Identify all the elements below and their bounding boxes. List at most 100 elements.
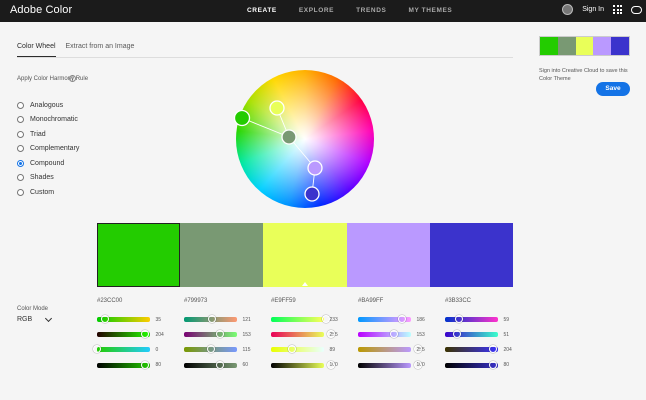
harmony-rule-custom[interactable]: Custom — [17, 185, 79, 200]
slider-thumb[interactable] — [208, 315, 217, 324]
slider-track[interactable] — [445, 330, 498, 339]
slider-thumb[interactable] — [93, 345, 101, 354]
slider-track[interactable] — [271, 345, 324, 354]
apps-grid-icon[interactable] — [613, 5, 622, 14]
harmony-rule-compound[interactable]: Compound — [17, 156, 79, 171]
slider-track[interactable] — [184, 315, 237, 324]
slider-value[interactable]: 35 — [156, 317, 167, 323]
slider-track[interactable] — [358, 345, 422, 354]
info-icon[interactable]: i — [69, 75, 76, 82]
slider-thumb[interactable] — [454, 315, 463, 324]
slider-value[interactable]: 59 — [504, 317, 515, 323]
slider-thumb[interactable] — [390, 330, 398, 339]
slider-row: 89 — [271, 342, 340, 357]
harmony-rule-analogous[interactable]: Analogous — [17, 98, 79, 113]
slider-thumb[interactable] — [101, 315, 110, 324]
hex-value[interactable]: #799973 — [184, 298, 253, 312]
color-wheel[interactable] — [236, 70, 374, 208]
color-mode-select[interactable]: RGB — [17, 314, 53, 323]
slider-thumb[interactable] — [489, 345, 497, 354]
slider-thumb[interactable] — [321, 315, 330, 324]
slider-value[interactable]: 80 — [504, 362, 515, 368]
slider-row: 80 — [97, 358, 166, 373]
nav-my-themes[interactable]: MY THEMES — [408, 7, 452, 14]
slider-value[interactable]: 115 — [243, 347, 254, 353]
theme-preview-swatch — [593, 37, 612, 55]
swatch-1[interactable] — [97, 223, 181, 287]
slider-row: 100 — [271, 358, 340, 373]
app-title[interactable]: Adobe Color — [10, 4, 72, 16]
radio-button[interactable] — [17, 188, 24, 196]
chevron-down-icon — [45, 314, 53, 322]
hex-value[interactable]: #BA99FF — [358, 298, 427, 312]
slider-value[interactable]: 80 — [156, 362, 167, 368]
slider-thumb[interactable] — [207, 345, 215, 354]
slider-track[interactable] — [358, 360, 422, 369]
slider-thumb[interactable] — [453, 330, 461, 339]
slider-track[interactable] — [184, 330, 237, 339]
slider-thumb[interactable] — [216, 360, 224, 369]
slider-value[interactable]: 60 — [243, 362, 254, 368]
tab-color-wheel[interactable]: Color Wheel — [17, 43, 56, 58]
slider-track[interactable] — [445, 360, 498, 369]
radio-button[interactable] — [17, 101, 24, 109]
slider-value[interactable]: 121 — [243, 317, 254, 323]
theme-circle-icon[interactable] — [562, 4, 574, 15]
slider-thumb[interactable] — [489, 360, 497, 369]
slider-track[interactable] — [445, 315, 498, 324]
slider-track[interactable] — [184, 360, 237, 369]
slider-thumb[interactable] — [141, 360, 149, 369]
radio-button[interactable] — [17, 174, 24, 182]
nav-explore[interactable]: EXPLORE — [299, 7, 334, 14]
slider-track[interactable] — [93, 345, 150, 354]
slider-value[interactable]: 204 — [156, 332, 167, 338]
radio-button[interactable] — [17, 159, 24, 167]
slider-value[interactable]: 233 — [330, 317, 341, 323]
hex-value[interactable]: #E9FF59 — [271, 298, 340, 312]
slider-track[interactable] — [97, 360, 150, 369]
hex-value[interactable]: #3B33CC — [445, 298, 514, 312]
swatch-3[interactable] — [263, 223, 347, 287]
slider-track[interactable] — [271, 315, 330, 324]
slider-track[interactable] — [271, 330, 335, 339]
save-button[interactable]: Save — [596, 82, 630, 96]
slider-value[interactable]: 204 — [504, 347, 515, 353]
tab-extract-image[interactable]: Extract from an Image — [66, 43, 135, 58]
slider-thumb[interactable] — [216, 330, 224, 339]
nav-trends[interactable]: TRENDS — [356, 7, 386, 14]
swatch-4[interactable] — [346, 223, 430, 287]
slider-track[interactable] — [271, 360, 335, 369]
harmony-rule-label: Custom — [30, 188, 55, 196]
slider-thumb[interactable] — [327, 360, 335, 369]
harmony-rule-monochromatic[interactable]: Monochromatic — [17, 113, 79, 128]
slider-track[interactable] — [97, 315, 150, 324]
slider-track[interactable] — [97, 330, 150, 339]
slider-track[interactable] — [445, 345, 498, 354]
radio-button[interactable] — [17, 145, 24, 153]
slider-value[interactable]: 51 — [504, 332, 515, 338]
slider-thumb[interactable] — [141, 330, 149, 339]
swatch-2[interactable] — [180, 223, 264, 287]
swatch-5[interactable] — [429, 223, 514, 287]
sign-in-link[interactable]: Sign In — [582, 6, 604, 13]
slider-value[interactable]: 186 — [417, 317, 428, 323]
slider-value[interactable]: 0 — [156, 347, 167, 353]
harmony-rule-complementary[interactable]: Complementary — [17, 142, 79, 157]
slider-track[interactable] — [358, 315, 411, 324]
slider-thumb[interactable] — [288, 345, 296, 354]
radio-button[interactable] — [17, 130, 24, 138]
color-column-2: #799973 121 153 115 60 — [184, 298, 253, 373]
slider-track[interactable] — [358, 330, 411, 339]
harmony-rule-triad[interactable]: Triad — [17, 127, 79, 142]
nav-create[interactable]: CREATE — [247, 7, 277, 14]
slider-thumb[interactable] — [397, 315, 406, 324]
slider-thumb[interactable] — [414, 360, 422, 369]
hex-value[interactable]: #23CC00 — [97, 298, 166, 312]
radio-button[interactable] — [17, 116, 24, 124]
slider-track[interactable] — [184, 345, 237, 354]
slider-value[interactable]: 89 — [330, 347, 341, 353]
slider-value[interactable]: 153 — [417, 332, 428, 338]
creative-cloud-icon[interactable] — [631, 5, 642, 14]
slider-value[interactable]: 153 — [243, 332, 254, 338]
harmony-rule-shades[interactable]: Shades — [17, 171, 79, 186]
